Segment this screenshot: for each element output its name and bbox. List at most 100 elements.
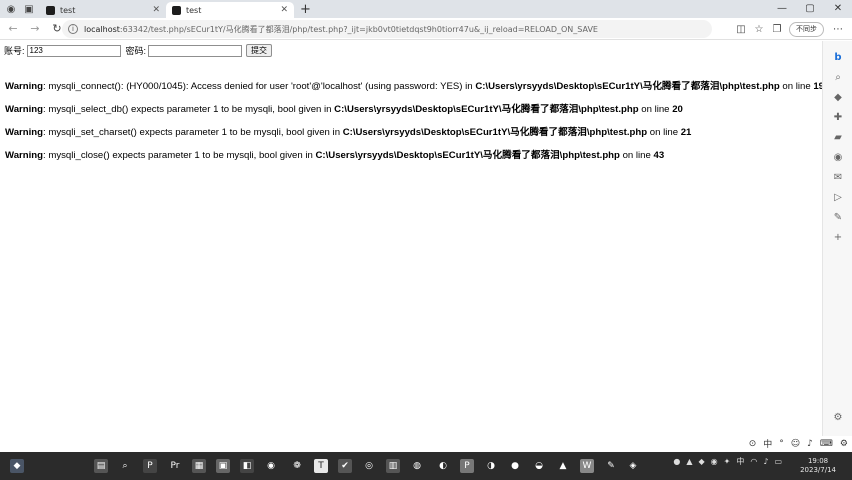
new-tab-icon[interactable]: + bbox=[300, 2, 311, 17]
forward-icon[interactable]: → bbox=[26, 22, 44, 35]
tools-icon[interactable]: ✚ bbox=[831, 111, 845, 125]
taskbar-app-icon[interactable]: ▥ bbox=[386, 459, 400, 473]
taskbar-app-icon[interactable]: ◉ bbox=[264, 459, 278, 473]
warning-prefix: Warning bbox=[5, 127, 44, 138]
close-window-icon[interactable]: ✕ bbox=[824, 0, 852, 18]
split-screen-icon[interactable]: ◫ bbox=[733, 24, 749, 35]
keyboard-icon[interactable]: ⌨ bbox=[820, 439, 833, 449]
edge-browser-icon[interactable]: ◐ bbox=[436, 459, 450, 473]
system-tray: ● ▲ ◆ ◉ ✦ 中 ◠ ♪ ▭ bbox=[667, 456, 782, 467]
taskbar-app-icon[interactable]: T bbox=[314, 459, 328, 473]
submit-button[interactable]: 提交 bbox=[246, 44, 273, 57]
close-tab-icon[interactable]: ✕ bbox=[280, 5, 288, 15]
clock-date: 2023/7/14 bbox=[800, 466, 836, 474]
battery-icon[interactable]: ▭ bbox=[774, 457, 782, 466]
taskbar-app-icon[interactable]: P bbox=[143, 459, 157, 473]
more-options-icon[interactable]: ⋯ bbox=[830, 24, 846, 35]
taskbar-app-icon[interactable]: ● bbox=[508, 459, 522, 473]
tray-app-icon[interactable]: ◆ bbox=[699, 457, 705, 466]
maximize-icon[interactable]: ▢ bbox=[796, 0, 824, 18]
ime-settings-icon[interactable]: ⚙ bbox=[840, 439, 848, 449]
taskbar-app-icon[interactable]: ▤ bbox=[94, 459, 108, 473]
ime-tray-icon[interactable]: 中 bbox=[736, 456, 744, 467]
close-tab-icon[interactable]: ✕ bbox=[152, 5, 160, 15]
taskbar-app-icon[interactable]: ✎ bbox=[604, 459, 618, 473]
warning-line: Warning: mysqli_set_charset() expects pa… bbox=[5, 124, 691, 138]
warning-line-text: on line bbox=[638, 104, 673, 115]
profile-icon[interactable]: ◉ bbox=[4, 2, 18, 16]
shopping-tag-icon[interactable]: ◆ bbox=[831, 91, 845, 105]
account-input[interactable] bbox=[26, 44, 121, 57]
favorites-star-icon[interactable]: ☆ bbox=[751, 24, 767, 35]
taskbar-app-icon[interactable]: ▣ bbox=[216, 459, 230, 473]
warning-path: C:\Users\yrsyyds\Desktop\sECur1tY\马化腾看了都… bbox=[334, 104, 639, 115]
password-input[interactable] bbox=[148, 44, 243, 57]
taskbar-app-icon[interactable]: ▦ bbox=[192, 459, 206, 473]
notes-icon[interactable]: ✎ bbox=[831, 211, 845, 225]
page-content: 账号: 密码: 提交 Warning: mysqli_connect(): (H… bbox=[0, 41, 824, 436]
tray-app-icon[interactable]: ▲ bbox=[686, 457, 692, 466]
microphone-icon[interactable]: ♪ bbox=[807, 439, 813, 449]
bing-chat-icon[interactable]: b bbox=[831, 51, 845, 65]
taskbar-app-icon[interactable]: ▲ bbox=[556, 459, 570, 473]
outlook-icon[interactable]: ✉ bbox=[831, 171, 845, 185]
taskbar-app-icon[interactable]: W bbox=[580, 459, 594, 473]
tab-bar: ◉ ▣ test ✕ test ✕ + — ▢ ✕ bbox=[0, 0, 852, 18]
workspaces-icon[interactable]: ▣ bbox=[22, 2, 36, 16]
sync-button[interactable]: 不同步 bbox=[789, 21, 824, 37]
ime-language[interactable]: 中 bbox=[763, 437, 772, 450]
warning-path: C:\Users\yrsyyds\Desktop\sECur1tY\马化腾看了都… bbox=[315, 150, 620, 161]
taskbar-app-icon[interactable]: ✔ bbox=[338, 459, 352, 473]
clock-time: 19:08 bbox=[807, 457, 829, 465]
login-form: 账号: 密码: 提交 bbox=[4, 44, 273, 57]
warning-message: : mysqli_close() expects parameter 1 to … bbox=[43, 150, 316, 161]
tray-app-icon[interactable]: ◉ bbox=[711, 457, 718, 466]
games-icon[interactable]: ▰ bbox=[831, 131, 845, 145]
tab-title: test bbox=[186, 5, 202, 15]
wifi-icon[interactable]: ◠ bbox=[750, 457, 757, 466]
system-clock[interactable]: 19:08 2023/7/14 bbox=[800, 457, 836, 475]
warning-prefix: Warning bbox=[5, 81, 44, 92]
warning-path: C:\Users\yrsyyds\Desktop\sECur1tY\马化腾看了都… bbox=[475, 81, 780, 92]
taskbar-app-icon[interactable]: Pr bbox=[168, 459, 182, 473]
taskbar-app-icon[interactable]: ◆ bbox=[10, 459, 24, 473]
drop-icon[interactable]: ▷ bbox=[831, 191, 845, 205]
warning-line: Warning: mysqli_connect(): (HY000/1045):… bbox=[5, 78, 824, 92]
warning-line-text: on line bbox=[779, 81, 814, 92]
collections-icon[interactable]: ❐ bbox=[769, 24, 785, 35]
punctuation-icon[interactable]: ° bbox=[779, 439, 784, 449]
taskbar-app-icon[interactable]: ❁ bbox=[290, 459, 304, 473]
taskbar-app-icon[interactable]: ◧ bbox=[240, 459, 254, 473]
tray-app-icon[interactable]: ● bbox=[673, 457, 680, 466]
favicon-icon bbox=[172, 5, 181, 15]
warning-line-number: 43 bbox=[653, 150, 665, 161]
taskbar: ◆ ▤ ⌕ P Pr ▦ ▣ ◧ ◉ ❁ T ✔ ◎ ▥ ◍ ◐ P ◑ ● ◒… bbox=[0, 452, 852, 480]
warning-message: : mysqli_connect(): (HY000/1045): Access… bbox=[43, 81, 476, 92]
taskbar-app-icon[interactable]: ◍ bbox=[410, 459, 424, 473]
site-info-icon[interactable]: i bbox=[68, 24, 78, 34]
taskbar-app-icon[interactable]: ◑ bbox=[484, 459, 498, 473]
sidebar-settings-icon[interactable]: ⚙ bbox=[831, 411, 845, 425]
warning-line-number: 20 bbox=[672, 104, 683, 115]
url-host: localhost bbox=[84, 24, 120, 34]
emoji-icon[interactable]: ☺ bbox=[791, 439, 800, 449]
tab-active[interactable]: test ✕ bbox=[166, 2, 294, 18]
taskbar-app-icon[interactable]: ◎ bbox=[362, 459, 376, 473]
back-icon[interactable]: ← bbox=[4, 22, 22, 35]
minimize-icon[interactable]: — bbox=[768, 0, 796, 18]
taskbar-app-icon[interactable]: ◒ bbox=[532, 459, 546, 473]
taskbar-app-icon[interactable]: ◈ bbox=[626, 459, 640, 473]
address-bar[interactable]: i localhost:63342/test.php/sECur1tY/马化腾看… bbox=[62, 20, 712, 38]
tray-app-icon[interactable]: ✦ bbox=[724, 457, 731, 466]
add-tool-icon[interactable]: + bbox=[831, 231, 845, 245]
ime-logo-icon[interactable]: ⊙ bbox=[749, 439, 757, 449]
taskbar-app-icon[interactable]: P bbox=[460, 459, 474, 473]
search-icon[interactable]: ⌕ bbox=[118, 459, 132, 473]
search-icon[interactable]: ⌕ bbox=[831, 71, 845, 85]
office-icon[interactable]: ◉ bbox=[831, 151, 845, 165]
account-label: 账号: bbox=[4, 46, 25, 56]
warning-line: Warning: mysqli_select_db() expects para… bbox=[5, 101, 683, 115]
warning-message: : mysqli_set_charset() expects parameter… bbox=[43, 127, 343, 138]
volume-icon[interactable]: ♪ bbox=[763, 457, 768, 466]
tab-inactive[interactable]: test ✕ bbox=[40, 2, 166, 18]
